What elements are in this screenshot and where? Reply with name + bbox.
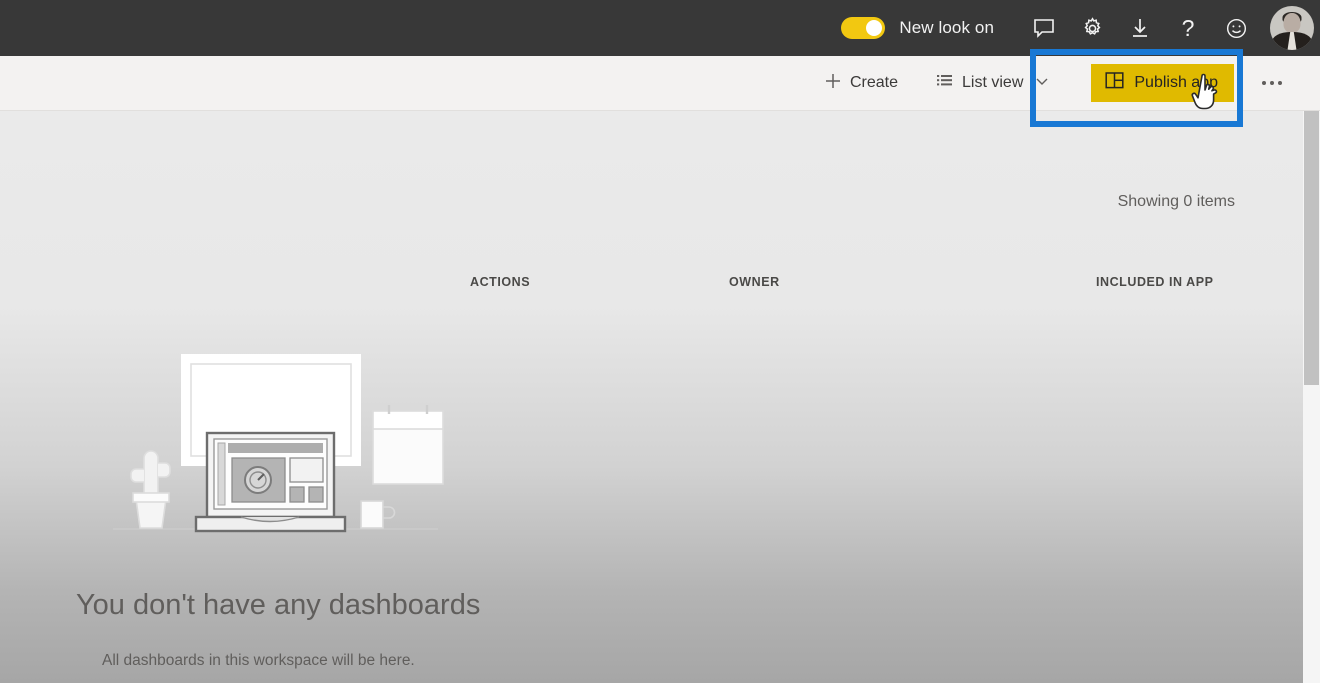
download-icon[interactable] xyxy=(1116,0,1164,56)
new-look-label: New look on xyxy=(899,18,994,37)
settings-gear-icon[interactable] xyxy=(1068,0,1116,56)
list-view-dropdown[interactable]: List view xyxy=(924,64,1061,102)
power-bi-workspace-page: New look on ? Create List view Publish a… xyxy=(0,0,1320,683)
list-view-label: List view xyxy=(962,74,1024,91)
laptop-shape xyxy=(194,431,347,533)
list-view-icon xyxy=(936,72,954,95)
top-navigation-bar: New look on ? xyxy=(0,0,1320,56)
empty-state-subtitle: All dashboards in this workspace will be… xyxy=(102,652,415,669)
help-icon[interactable]: ? xyxy=(1164,0,1212,56)
smiley-feedback-icon[interactable] xyxy=(1212,0,1260,56)
new-look-toggle[interactable] xyxy=(841,17,886,39)
plus-icon xyxy=(824,72,842,95)
publish-app-button[interactable]: Publish app xyxy=(1091,64,1234,102)
calendar-shape xyxy=(372,405,444,485)
chevron-down-icon xyxy=(1035,74,1049,93)
help-icon-label: ? xyxy=(1181,14,1195,41)
publish-app-slot: Publish app xyxy=(1091,64,1234,102)
empty-state-illustration xyxy=(108,343,458,543)
avatar-head xyxy=(1283,13,1301,34)
workspace-content-area: Showing 0 items ACTIONS OWNER INCLUDED I… xyxy=(0,111,1320,683)
coffee-mug-shape xyxy=(360,500,396,529)
new-look-toggle-group[interactable]: New look on xyxy=(835,17,1016,39)
column-header-owner: OWNER xyxy=(729,275,780,289)
showing-items-count: Showing 0 items xyxy=(1117,193,1235,210)
empty-state-title: You don't have any dashboards xyxy=(76,589,481,621)
column-header-included-in-app: INCLUDED IN APP xyxy=(1096,275,1214,289)
publish-app-label: Publish app xyxy=(1134,74,1218,91)
toggle-knob xyxy=(866,20,883,36)
app-layout-icon xyxy=(1105,71,1124,95)
workspace-command-bar: Create List view Publish app xyxy=(0,56,1320,111)
create-button-label: Create xyxy=(849,74,899,91)
avatar-image xyxy=(1270,6,1314,50)
more-options-button[interactable] xyxy=(1252,64,1292,102)
cactus-shape xyxy=(130,450,171,529)
user-avatar[interactable] xyxy=(1264,0,1320,56)
vertical-scrollbar-track[interactable] xyxy=(1303,111,1320,683)
column-header-actions: ACTIONS xyxy=(470,275,531,289)
feedback-chat-icon[interactable] xyxy=(1020,0,1068,56)
create-button[interactable]: Create xyxy=(812,64,910,102)
more-dots-icon xyxy=(1262,81,1282,85)
vertical-scrollbar-thumb[interactable] xyxy=(1304,111,1319,385)
topbar-right-cluster: New look on ? xyxy=(835,0,1320,56)
